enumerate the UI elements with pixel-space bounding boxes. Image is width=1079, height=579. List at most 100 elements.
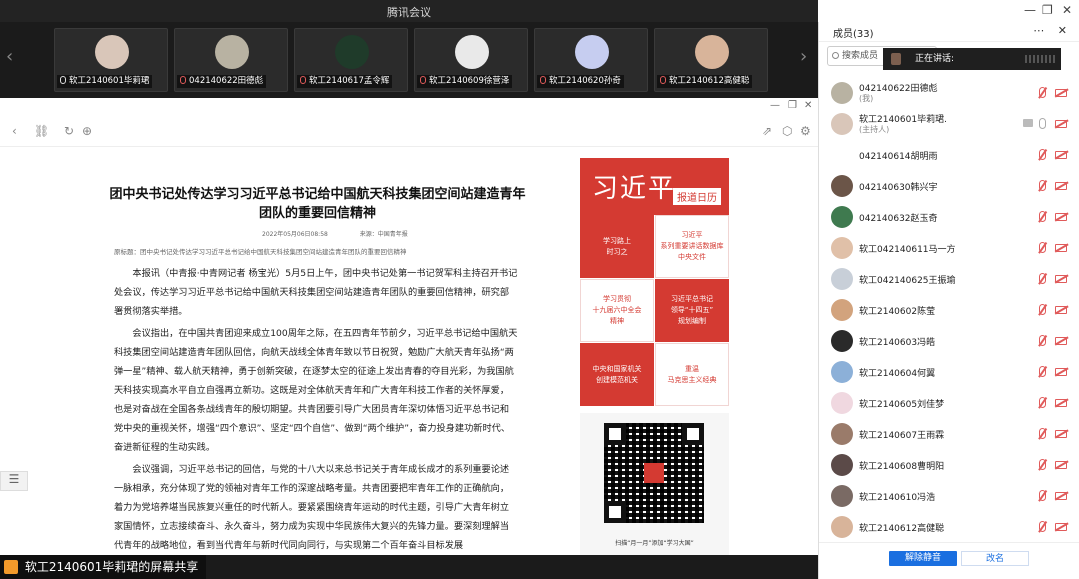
member-row[interactable]: 软工2140608曹明阳 bbox=[819, 450, 1079, 481]
member-row[interactable]: 软工2140602陈莹 bbox=[819, 295, 1079, 326]
microphone-icon[interactable] bbox=[1039, 304, 1046, 315]
camera-icon[interactable] bbox=[1055, 461, 1067, 469]
member-row[interactable]: 软工2140610冯浩 bbox=[819, 481, 1079, 512]
camera-icon[interactable] bbox=[1055, 120, 1067, 128]
ad-link[interactable]: 中央和国家机关 创建模范机关 bbox=[580, 343, 654, 406]
unmute-all-button[interactable]: 解除静音 bbox=[889, 551, 957, 566]
share-label: 软工2140601毕莉珺的屏幕共享 bbox=[0, 555, 207, 579]
member-row[interactable]: 042140622田德彪 (我) bbox=[819, 78, 1079, 109]
avatar bbox=[831, 454, 853, 476]
avatar bbox=[575, 35, 609, 69]
video-tile[interactable]: 软工2140617孟令辉 bbox=[294, 28, 408, 92]
microphone-icon[interactable] bbox=[1039, 428, 1046, 439]
user-icon bbox=[4, 560, 18, 574]
camera-icon[interactable] bbox=[1055, 368, 1067, 376]
avatar bbox=[95, 35, 129, 69]
article-paragraph: 会议强调，习近平总书记的回信，与党的十八大以来总书记关于青年成长成才的系列重要论… bbox=[114, 464, 510, 551]
video-tile-caption: 042140622田德彪 bbox=[177, 75, 267, 88]
panel-ops[interactable]: ⋯ ✕ bbox=[1033, 24, 1072, 37]
video-tile-name: 软工2140612高健聪 bbox=[669, 76, 750, 86]
menu-icon[interactable]: ☰ bbox=[0, 471, 28, 491]
camera-icon[interactable] bbox=[1055, 151, 1067, 159]
ad-link[interactable]: 习近平 系列重要讲话数据库 中央文件 bbox=[655, 215, 729, 278]
rename-button[interactable]: 改名 bbox=[961, 551, 1029, 566]
camera-icon[interactable] bbox=[1055, 306, 1067, 314]
banner[interactable]: 习近平 报道日历 bbox=[580, 158, 729, 215]
video-tile[interactable]: 软工2140609徐营泽 bbox=[414, 28, 528, 92]
refresh-icon[interactable]: ↻ bbox=[64, 124, 74, 138]
camera-icon[interactable] bbox=[1055, 492, 1067, 500]
microphone-icon[interactable] bbox=[1039, 118, 1046, 129]
camera-icon[interactable] bbox=[1055, 337, 1067, 345]
panel-footer: 解除静音 改名 bbox=[819, 542, 1079, 579]
microphone-icon[interactable] bbox=[1039, 397, 1046, 408]
member-role: (主持人) bbox=[859, 125, 890, 134]
video-tile-caption: 软工2140617孟令辉 bbox=[297, 75, 393, 88]
close-icon[interactable]: ✕ bbox=[804, 100, 812, 111]
ad-link[interactable]: 习近平总书记 领导“十四五” 规划编制 bbox=[655, 279, 729, 342]
member-row[interactable]: 软工2140601毕莉珺. (主持人) bbox=[819, 109, 1079, 140]
camera-icon[interactable] bbox=[1055, 523, 1067, 531]
member-name: 软工2140612高健聪 bbox=[859, 524, 945, 534]
microphone-icon[interactable] bbox=[1039, 459, 1046, 470]
camera-icon[interactable] bbox=[1055, 182, 1067, 190]
microphone-icon[interactable] bbox=[1039, 211, 1046, 222]
minimize-button[interactable]: — bbox=[1024, 3, 1036, 17]
camera-icon[interactable] bbox=[1055, 275, 1067, 283]
video-tile[interactable]: 软工2140620孙奇 bbox=[534, 28, 648, 92]
share-icon[interactable]: ⇗ bbox=[762, 124, 772, 138]
video-tile-caption: 软工2140601毕莉珺 bbox=[57, 75, 153, 88]
globe-icon[interactable]: ⊕ bbox=[82, 124, 92, 138]
article-page: 团中央书记处传达学习习近平总书记给中国航天科技集团空间站建造青年团队的重要回信精… bbox=[0, 147, 818, 555]
maximize-button[interactable]: ❐ bbox=[1042, 3, 1053, 17]
member-row[interactable]: 软工2140603冯皓 bbox=[819, 326, 1079, 357]
strip-prev-icon[interactable]: ‹ bbox=[6, 46, 13, 67]
microphone-icon[interactable] bbox=[1039, 180, 1046, 191]
video-tile-name: 软工2140609徐营泽 bbox=[429, 76, 510, 86]
microphone-icon[interactable] bbox=[1039, 335, 1046, 346]
link-icon[interactable]: ⛓ bbox=[34, 124, 49, 138]
member-row[interactable]: 软工042140611马一方 bbox=[819, 233, 1079, 264]
avatar bbox=[831, 268, 853, 290]
member-panel: 成员(33) ⋯ ✕ 搜索成员 正在讲话: 042140622田德彪 (我) 软工2… bbox=[818, 22, 1079, 579]
member-name: 软工2140602陈莹 bbox=[859, 307, 936, 317]
member-row[interactable]: 042140632赵玉奇 bbox=[819, 202, 1079, 233]
member-name: 软工2140603冯皓 bbox=[859, 338, 936, 348]
microphone-icon[interactable] bbox=[1039, 521, 1046, 532]
close-button[interactable]: ✕ bbox=[1062, 3, 1072, 17]
avatar bbox=[335, 35, 369, 69]
camera-icon[interactable] bbox=[1055, 244, 1067, 252]
restore-icon[interactable]: ❐ bbox=[788, 100, 797, 111]
video-tile[interactable]: 软工2140612高健聪 bbox=[654, 28, 768, 92]
member-row[interactable]: 软工042140625王振瑜 bbox=[819, 264, 1079, 295]
strip-next-icon[interactable]: › bbox=[800, 46, 807, 67]
member-row[interactable]: 042140630韩兴宇 bbox=[819, 171, 1079, 202]
minimize-icon[interactable]: — bbox=[770, 100, 780, 111]
camera-icon[interactable] bbox=[1055, 89, 1067, 97]
microphone-icon[interactable] bbox=[1039, 366, 1046, 377]
member-row[interactable]: 软工2140605刘佳梦 bbox=[819, 388, 1079, 419]
microphone-icon[interactable] bbox=[1039, 242, 1046, 253]
member-row[interactable]: 软工2140604何翼 bbox=[819, 357, 1079, 388]
video-tile[interactable]: 软工2140601毕莉珺 bbox=[54, 28, 168, 92]
search-icon bbox=[832, 52, 839, 59]
microphone-icon[interactable] bbox=[1039, 273, 1046, 284]
member-row[interactable]: 软工2140607王雨霖 bbox=[819, 419, 1079, 450]
video-tile[interactable]: 042140622田德彪 bbox=[174, 28, 288, 92]
microphone-icon[interactable] bbox=[1039, 490, 1046, 501]
microphone-icon[interactable] bbox=[1039, 87, 1046, 98]
camera-icon[interactable] bbox=[1055, 430, 1067, 438]
member-row[interactable]: 软工2140612高健聪 bbox=[819, 512, 1079, 543]
microphone-icon[interactable] bbox=[1039, 149, 1046, 160]
speaking-label: 正在讲话: bbox=[915, 54, 955, 64]
camera-icon[interactable] bbox=[1055, 399, 1067, 407]
ad-link[interactable]: 重温 马克思主义经典 bbox=[655, 343, 729, 406]
box-icon[interactable]: ⬡ bbox=[782, 124, 792, 138]
settings-icon[interactable]: ⚙ bbox=[800, 124, 811, 138]
camera-icon[interactable] bbox=[1055, 213, 1067, 221]
member-row[interactable]: 042140614胡明雨 bbox=[819, 140, 1079, 171]
ad-link[interactable]: 学习贯彻 十九届六中全会 精神 bbox=[580, 279, 654, 342]
ad-link[interactable]: 学习路上 时习之 bbox=[580, 215, 654, 278]
back-icon[interactable]: ‹ bbox=[12, 124, 17, 138]
speaking-indicator: 正在讲话: bbox=[883, 48, 1061, 70]
